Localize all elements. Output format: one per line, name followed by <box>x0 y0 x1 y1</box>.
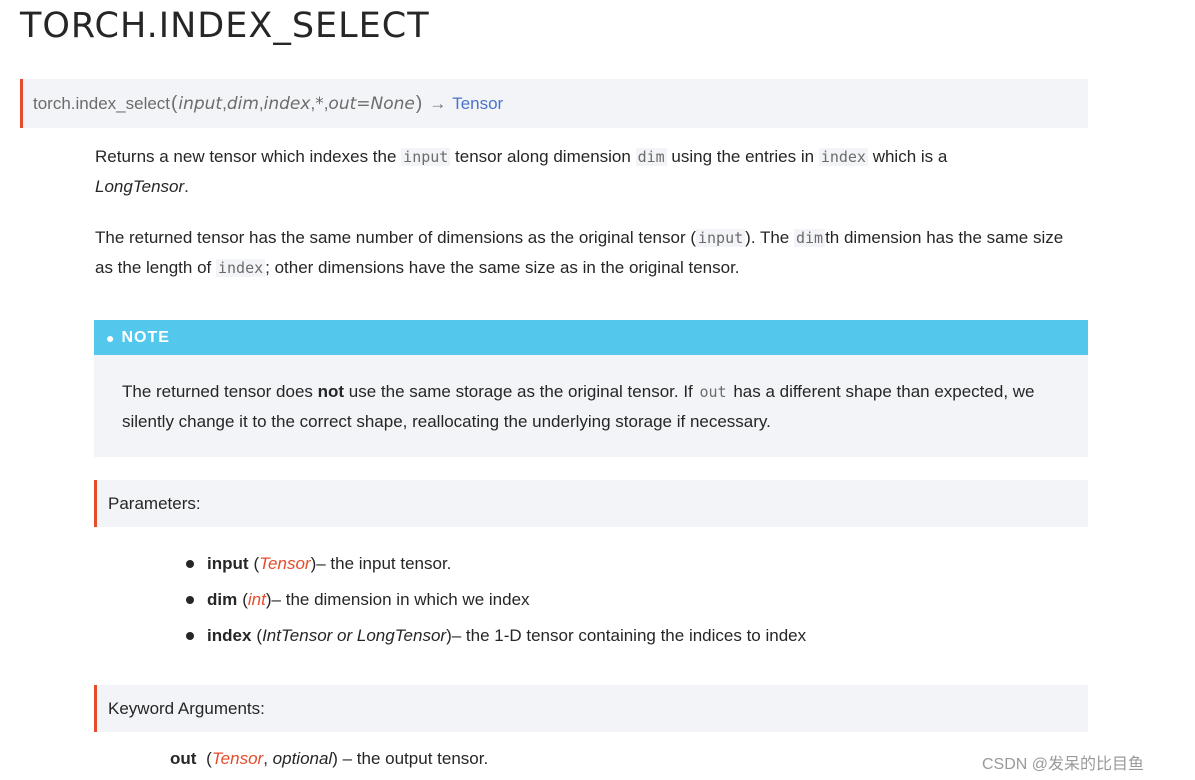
page-title: TORCH.INDEX_SELECT <box>20 6 430 46</box>
inline-code: index <box>818 148 868 166</box>
keyword-arguments-header-label: Keyword Arguments: <box>108 698 265 718</box>
optional-text: optional <box>272 749 333 768</box>
param-desc: – the 1-D tensor containing the indices … <box>451 626 807 645</box>
text: use the same storage as the original ten… <box>344 382 698 401</box>
text: . <box>184 177 189 196</box>
bullet-icon <box>186 560 194 568</box>
bullet-icon: ● <box>106 329 116 346</box>
param-desc: – the input tensor. <box>316 554 452 573</box>
text: using the entries in <box>666 147 819 166</box>
list-item: index (IntTensor or LongTensor) – the 1-… <box>186 618 806 654</box>
text: The returned tensor does <box>122 382 318 401</box>
param-name: input <box>207 554 249 573</box>
keyword-arguments-header: Keyword Arguments: <box>94 685 1088 732</box>
bold-text: not <box>317 382 345 401</box>
sig-arg-input: input <box>178 93 223 114</box>
watermark: CSDN @发呆的比目鱼 <box>982 756 1145 773</box>
description-paragraph-2: The returned tensor has the same number … <box>95 223 1075 283</box>
sig-arg-star: * <box>315 93 324 114</box>
param-type-link[interactable]: Tensor <box>259 546 310 582</box>
description-paragraph-1: Returns a new tensor which indexes the i… <box>95 142 1075 201</box>
longtensor-text: LongTensor <box>95 177 185 196</box>
inline-code: out <box>697 383 729 401</box>
inline-code: input <box>401 148 451 166</box>
sig-arg-dim: dim <box>226 93 259 114</box>
text: which is a <box>867 147 948 166</box>
return-type-link[interactable]: Tensor <box>452 94 503 114</box>
bullet-icon <box>186 632 194 640</box>
note-header: ● NOTE <box>94 320 1088 355</box>
open-paren: ( <box>171 92 178 114</box>
param-type-link[interactable]: int <box>248 582 266 618</box>
comma: , <box>263 749 273 768</box>
text: ; other dimensions have the same size as… <box>265 258 740 277</box>
parameters-list: input (Tensor) – the input tensor. dim (… <box>186 546 806 654</box>
note-box: ● NOTE The returned tensor does not use … <box>94 320 1088 457</box>
sig-arg-index: index <box>263 93 311 114</box>
bullet-icon <box>186 596 194 604</box>
function-signature: torch.index_select ( input, dim, index, … <box>20 79 1088 128</box>
param-name: dim <box>207 590 238 609</box>
param-desc: – the dimension in which we index <box>271 590 530 609</box>
text: The returned tensor has the same number … <box>95 228 696 247</box>
sig-arg-out: out=None <box>328 93 415 114</box>
return-arrow: → <box>429 93 447 113</box>
close-paren: ) <box>415 92 423 114</box>
inline-code: index <box>215 259 266 277</box>
param-name: out <box>170 749 197 768</box>
parameters-header-label: Parameters: <box>108 493 201 513</box>
keyword-argument-out: out (Tensor, optional) – the output tens… <box>170 749 488 769</box>
text: tensor along dimension <box>450 147 636 166</box>
list-item: dim (int) – the dimension in which we in… <box>186 582 806 618</box>
text: Returns a new tensor which indexes the <box>95 147 402 166</box>
param-type-link[interactable]: Tensor <box>212 749 263 768</box>
param-type: IntTensor or LongTensor <box>262 626 447 645</box>
text: ). The <box>745 228 794 247</box>
inline-code: input <box>696 229 746 247</box>
param-desc: – the output tensor. <box>337 749 489 768</box>
inline-code: dim <box>793 229 826 247</box>
list-item: input (Tensor) – the input tensor. <box>186 546 806 582</box>
note-header-label: NOTE <box>121 328 170 346</box>
inline-code: dim <box>635 148 667 166</box>
function-name: torch.index_select <box>33 93 171 113</box>
param-name: index <box>207 626 252 645</box>
parameters-header: Parameters: <box>94 480 1088 527</box>
note-text: The returned tensor does not use the sam… <box>122 377 1062 436</box>
